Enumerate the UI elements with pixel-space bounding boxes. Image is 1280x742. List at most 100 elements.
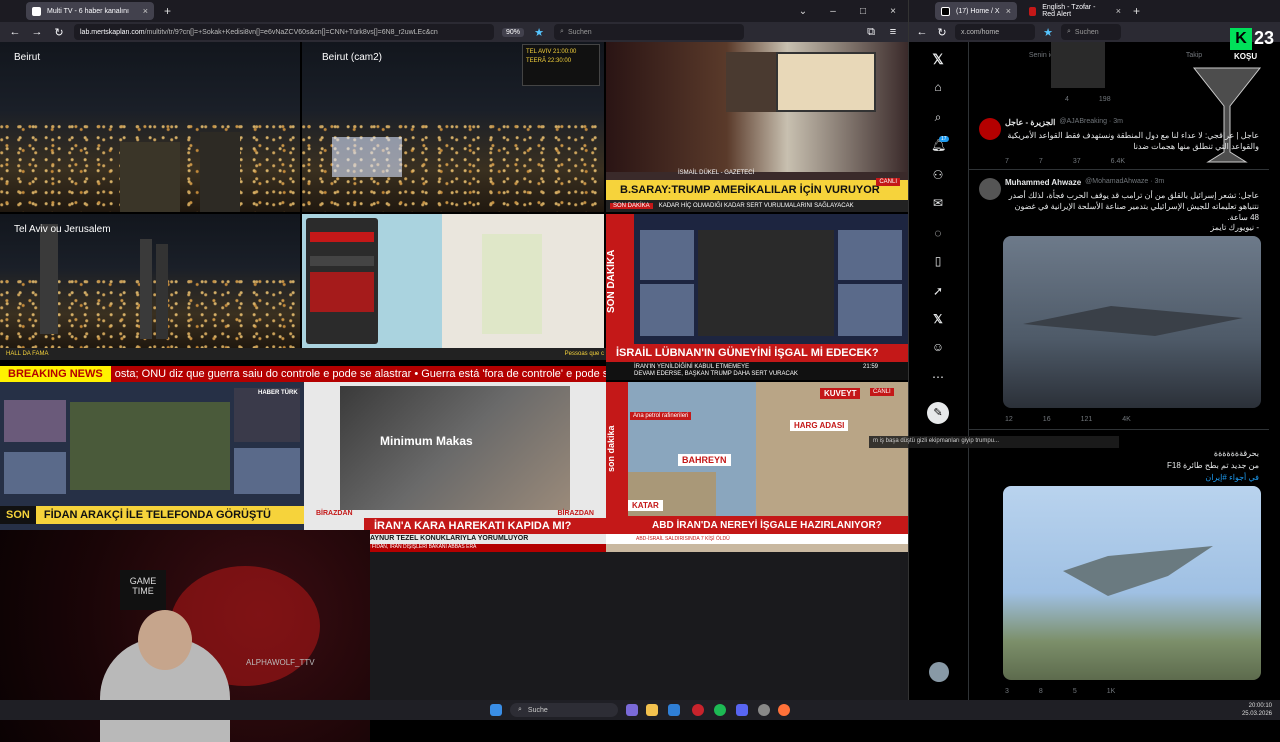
- author-handle[interactable]: @MohamadAhwaze · 3m: [1085, 178, 1164, 187]
- view-count[interactable]: 1K: [1107, 688, 1116, 695]
- opera-icon[interactable]: [692, 704, 704, 716]
- stream-global[interactable]: Minimum Makas BİRAZDAN BİRAZDAN İRAN'A K…: [304, 382, 606, 552]
- tweet[interactable]: بحرقةةةةةةة من جديد تم بطح طائرة F18 في …: [969, 434, 1269, 700]
- stream-ntv[interactable]: SON DAKİKA: [606, 214, 908, 348]
- stream-ahaber[interactable]: son dakika KUVEYT CANLI Ana petrol rafin…: [606, 382, 908, 552]
- close-icon[interactable]: ×: [143, 6, 148, 16]
- reply-count[interactable]: 12: [1005, 416, 1013, 423]
- discord-icon[interactable]: [736, 704, 748, 716]
- url-host: lab.mertskaplan.com: [80, 28, 145, 36]
- bookmark-icon[interactable]: ▯: [931, 254, 945, 268]
- view-count[interactable]: 4K: [1122, 416, 1131, 423]
- reply-count[interactable]: 7: [1005, 158, 1009, 165]
- chevron-down-icon[interactable]: ⌄: [788, 6, 818, 17]
- reload-icon[interactable]: ↻: [52, 26, 66, 39]
- stream-alert-map[interactable]: [302, 214, 604, 348]
- spotify-icon[interactable]: [714, 704, 726, 716]
- more-icon[interactable]: ⋯: [931, 370, 945, 384]
- edge-icon[interactable]: [668, 704, 680, 716]
- close-window-icon[interactable]: ×: [878, 6, 908, 17]
- author-name[interactable]: الجزيرة - عاجل: [1005, 118, 1055, 127]
- son-dakika-vertical: SON DAKİKA: [606, 214, 634, 348]
- like-count[interactable]: 4: [1065, 96, 1069, 103]
- empty-area: [370, 552, 908, 700]
- x-logo-icon[interactable]: 𝕏: [931, 52, 945, 66]
- star-icon[interactable]: ★: [532, 26, 546, 39]
- grok-icon[interactable]: ◌: [931, 226, 945, 240]
- jet-shape: [1023, 306, 1243, 336]
- back-icon[interactable]: ←: [8, 26, 22, 38]
- stream-telaviv[interactable]: Tel Aviv ou Jerusalem: [0, 214, 300, 348]
- firefox-icon[interactable]: [778, 704, 790, 716]
- new-tab-icon[interactable]: +: [164, 4, 171, 18]
- people-icon[interactable]: ⚇: [931, 168, 945, 182]
- star-icon[interactable]: ★: [1041, 26, 1055, 39]
- tweet[interactable]: Muhammed Ahwaze @MohamadAhwaze · 3m عاجل…: [969, 172, 1269, 430]
- retweet-count[interactable]: 8: [1039, 688, 1043, 695]
- tab-multitv[interactable]: Multi TV - 6 haber kanalını ×: [26, 2, 154, 20]
- retweet-count[interactable]: 16: [1043, 416, 1051, 423]
- tab-x-home[interactable]: (17) Home / X ×: [935, 2, 1017, 20]
- son-tag: SON: [0, 506, 36, 524]
- tweet-text: عاجل: تشعر إسرائيل بالقلق من أن ترامب قد…: [1008, 191, 1259, 222]
- avatar[interactable]: [979, 118, 1001, 140]
- tab-following[interactable]: Takip: [1119, 42, 1269, 72]
- land: [756, 382, 908, 516]
- guest-box: [4, 452, 66, 494]
- search-input[interactable]: ⌕ Suchen: [1061, 24, 1121, 40]
- stream-haberturk[interactable]: HABER TÜRK SON FİDAN ARAKÇİ İLE TELEFOND…: [0, 382, 304, 530]
- like-count[interactable]: 37: [1073, 158, 1081, 165]
- home-icon[interactable]: ⌂: [931, 80, 945, 94]
- close-icon[interactable]: ×: [1006, 6, 1011, 16]
- profile-icon[interactable]: ☺: [931, 340, 945, 354]
- menu-icon[interactable]: ≡: [886, 26, 900, 38]
- system-clock[interactable]: 20:00:10 25.03.2026: [1242, 702, 1272, 718]
- teams-icon[interactable]: [626, 704, 638, 716]
- minimize-icon[interactable]: –: [818, 6, 848, 17]
- panel-guest: [838, 230, 902, 280]
- stream-cnnturk[interactable]: İSMAİL DÜKEL - GAZETECİ B.SARAY:TRUMP AM…: [606, 42, 908, 212]
- media-thumb[interactable]: [1051, 42, 1105, 88]
- forward-icon[interactable]: →: [30, 26, 44, 38]
- back-icon[interactable]: ←: [915, 26, 929, 38]
- mail-icon[interactable]: ✉: [931, 196, 945, 210]
- reply-count[interactable]: 3: [1005, 688, 1009, 695]
- zoom-indicator[interactable]: 90%: [502, 27, 525, 37]
- stream-beirut[interactable]: Beirut: [0, 42, 300, 212]
- tweet-image[interactable]: [1003, 486, 1261, 680]
- tab-tzofar[interactable]: English - Tzofar - Red Alert ×: [1023, 2, 1127, 20]
- compose-icon[interactable]: ✎: [927, 402, 949, 424]
- author-name[interactable]: Muhammed Ahwaze: [1005, 178, 1081, 187]
- url-bar[interactable]: x.com/home: [955, 24, 1035, 40]
- reload-icon[interactable]: ↻: [935, 26, 949, 39]
- extensions-icon[interactable]: ⧉: [864, 26, 878, 39]
- avatar[interactable]: [979, 178, 1001, 200]
- maximize-icon[interactable]: □: [848, 6, 878, 17]
- view-count[interactable]: 6.4K: [1111, 158, 1125, 165]
- folder-icon[interactable]: [646, 704, 658, 716]
- premium-x-icon[interactable]: 𝕏: [931, 312, 945, 326]
- tweet-hashtag[interactable]: في أجواء #إيران: [1005, 472, 1259, 483]
- view-count[interactable]: 198: [1099, 96, 1111, 103]
- new-tab-icon[interactable]: +: [1133, 4, 1140, 18]
- like-count[interactable]: 5: [1073, 688, 1077, 695]
- search-input[interactable]: ⌕ Suchen: [554, 24, 745, 40]
- tweet-image[interactable]: [1003, 236, 1261, 408]
- app-icon[interactable]: [758, 704, 770, 716]
- retweet-count[interactable]: 7: [1039, 158, 1043, 165]
- hall-strip: HALL DA FAMA Pessoas que c: [0, 348, 606, 360]
- avatar[interactable]: [929, 662, 949, 682]
- like-count[interactable]: 121: [1081, 416, 1093, 423]
- stream-beirut-cam2[interactable]: Beirut (cam2) TEL AVIV 21:00:00 TEERÃ 22…: [302, 42, 604, 212]
- author-handle[interactable]: @AJABreaking · 3m: [1059, 118, 1123, 127]
- rocket-icon[interactable]: ➚: [931, 284, 945, 298]
- windows-start-icon[interactable]: [490, 704, 502, 716]
- stream-label: Tel Aviv ou Jerusalem: [14, 224, 111, 235]
- taskbar-search[interactable]: ⌕ Suche: [510, 703, 618, 717]
- search-icon[interactable]: ⌕: [931, 110, 945, 124]
- tweet[interactable]: الجزيرة - عاجل @AJABreaking · 3m عاجل | …: [969, 110, 1269, 170]
- close-icon[interactable]: ×: [1116, 6, 1121, 16]
- label-bahreyn: BAHREYN: [678, 454, 731, 466]
- url-bar[interactable]: lab.mertskaplan.com /multitv/tr/9?cn[]=+…: [74, 24, 494, 40]
- url-text: x.com/home: [961, 28, 1000, 36]
